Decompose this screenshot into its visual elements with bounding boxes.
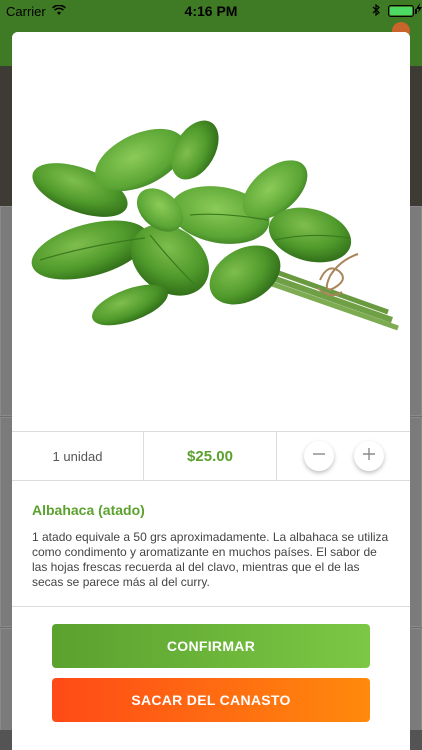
product-title: Albahaca (atado): [32, 502, 145, 518]
charging-icon: [416, 3, 422, 16]
product-description-section: Albahaca (atado) 1 atado equivale a 50 g…: [32, 502, 392, 590]
decrement-button[interactable]: [303, 441, 334, 471]
battery-fill: [390, 7, 412, 15]
quantity-stepper: [277, 432, 410, 480]
product-description: 1 atado equivale a 50 grs aproximadament…: [32, 530, 389, 589]
divider: [12, 606, 410, 607]
increment-button[interactable]: [353, 441, 384, 471]
status-time: 4:16 PM: [184, 3, 238, 19]
product-detail-modal: 1 unidad $25.00 Albahaca (atado) 1 atado…: [12, 32, 410, 750]
product-image: [12, 32, 410, 432]
remove-from-basket-button[interactable]: SACAR DEL CANASTO: [52, 678, 370, 722]
quantity-price-row: 1 unidad $25.00: [12, 431, 410, 481]
basil-image: [31, 120, 399, 331]
battery-icon: [388, 5, 417, 17]
price-label: $25.00: [144, 432, 277, 480]
plus-icon: [362, 447, 376, 466]
minus-icon: [312, 447, 326, 466]
confirm-button[interactable]: CONFIRMAR: [52, 624, 370, 668]
bluetooth-icon: [372, 3, 380, 19]
status-bar: Carrier 4:16 PM: [0, 0, 422, 22]
quantity-label: 1 unidad: [12, 432, 144, 480]
